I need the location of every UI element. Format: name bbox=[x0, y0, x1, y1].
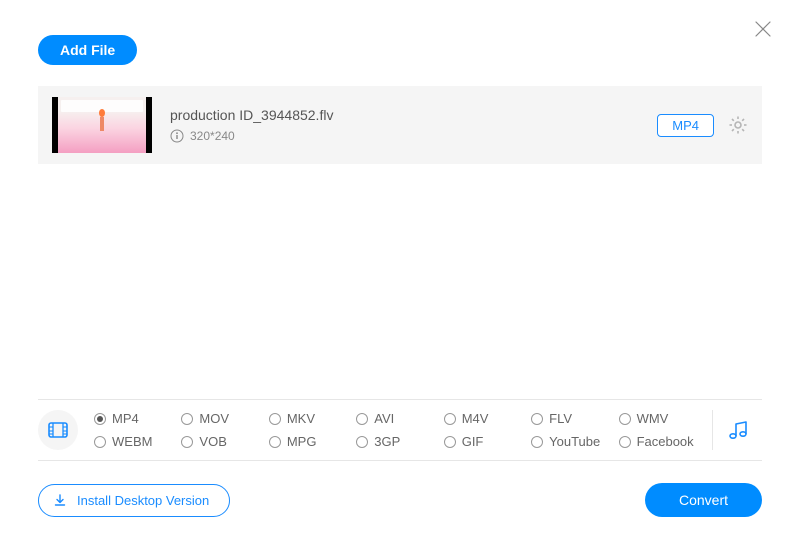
radio-icon bbox=[181, 436, 193, 448]
format-option-label: WEBM bbox=[112, 434, 152, 449]
format-option-label: YouTube bbox=[549, 434, 600, 449]
format-option-label: AVI bbox=[374, 411, 394, 426]
format-option-flv[interactable]: FLV bbox=[531, 411, 614, 426]
format-option-mov[interactable]: MOV bbox=[181, 411, 264, 426]
output-format-badge[interactable]: MP4 bbox=[657, 114, 714, 137]
format-option-gif[interactable]: GIF bbox=[444, 434, 527, 449]
format-option-webm[interactable]: WEBM bbox=[94, 434, 177, 449]
bottom-bar: Install Desktop Version Convert bbox=[38, 483, 762, 517]
format-option-avi[interactable]: AVI bbox=[356, 411, 439, 426]
format-option-mpg[interactable]: MPG bbox=[269, 434, 352, 449]
close-icon[interactable] bbox=[754, 20, 772, 41]
format-option-label: WMV bbox=[637, 411, 669, 426]
install-desktop-button[interactable]: Install Desktop Version bbox=[38, 484, 230, 517]
radio-icon bbox=[619, 413, 631, 425]
file-thumbnail[interactable] bbox=[52, 97, 152, 153]
format-option-label: GIF bbox=[462, 434, 484, 449]
format-option-label: FLV bbox=[549, 411, 572, 426]
radio-icon bbox=[531, 413, 543, 425]
format-option-wmv[interactable]: WMV bbox=[619, 411, 702, 426]
add-file-button[interactable]: Add File bbox=[38, 35, 137, 65]
format-option-label: M4V bbox=[462, 411, 489, 426]
file-info: production ID_3944852.flv 320*240 bbox=[170, 107, 657, 143]
format-option-label: VOB bbox=[199, 434, 226, 449]
format-option-youtube[interactable]: YouTube bbox=[531, 434, 614, 449]
convert-button[interactable]: Convert bbox=[645, 483, 762, 517]
format-option-mp4[interactable]: MP4 bbox=[94, 411, 177, 426]
download-icon bbox=[53, 493, 67, 507]
file-resolution: 320*240 bbox=[190, 129, 235, 143]
file-row: production ID_3944852.flv 320*240 MP4 bbox=[38, 86, 762, 164]
format-option-label: MPG bbox=[287, 434, 317, 449]
info-icon[interactable] bbox=[170, 129, 184, 143]
format-panel: MP4 MOV MKV AVI M4V FLV WMV WEBM VOB MPG 3GP GIF You… bbox=[38, 399, 762, 461]
install-desktop-label: Install Desktop Version bbox=[77, 493, 209, 508]
format-option-label: Facebook bbox=[637, 434, 694, 449]
radio-icon bbox=[444, 436, 456, 448]
format-option-m4v[interactable]: M4V bbox=[444, 411, 527, 426]
radio-icon bbox=[269, 436, 281, 448]
file-name: production ID_3944852.flv bbox=[170, 107, 657, 123]
radio-icon bbox=[619, 436, 631, 448]
format-option-facebook[interactable]: Facebook bbox=[619, 434, 702, 449]
radio-icon bbox=[181, 413, 193, 425]
radio-icon bbox=[356, 436, 368, 448]
format-option-vob[interactable]: VOB bbox=[181, 434, 264, 449]
format-option-label: MOV bbox=[199, 411, 229, 426]
radio-icon bbox=[94, 436, 106, 448]
gear-icon[interactable] bbox=[728, 115, 748, 135]
audio-icon[interactable] bbox=[712, 410, 762, 450]
radio-icon bbox=[444, 413, 456, 425]
format-option-label: MP4 bbox=[112, 411, 139, 426]
format-option-label: 3GP bbox=[374, 434, 400, 449]
format-option-label: MKV bbox=[287, 411, 315, 426]
radio-icon bbox=[356, 413, 368, 425]
video-icon[interactable] bbox=[38, 410, 78, 450]
format-option-3gp[interactable]: 3GP bbox=[356, 434, 439, 449]
radio-icon bbox=[269, 413, 281, 425]
radio-icon bbox=[531, 436, 543, 448]
format-option-mkv[interactable]: MKV bbox=[269, 411, 352, 426]
radio-icon bbox=[94, 413, 106, 425]
